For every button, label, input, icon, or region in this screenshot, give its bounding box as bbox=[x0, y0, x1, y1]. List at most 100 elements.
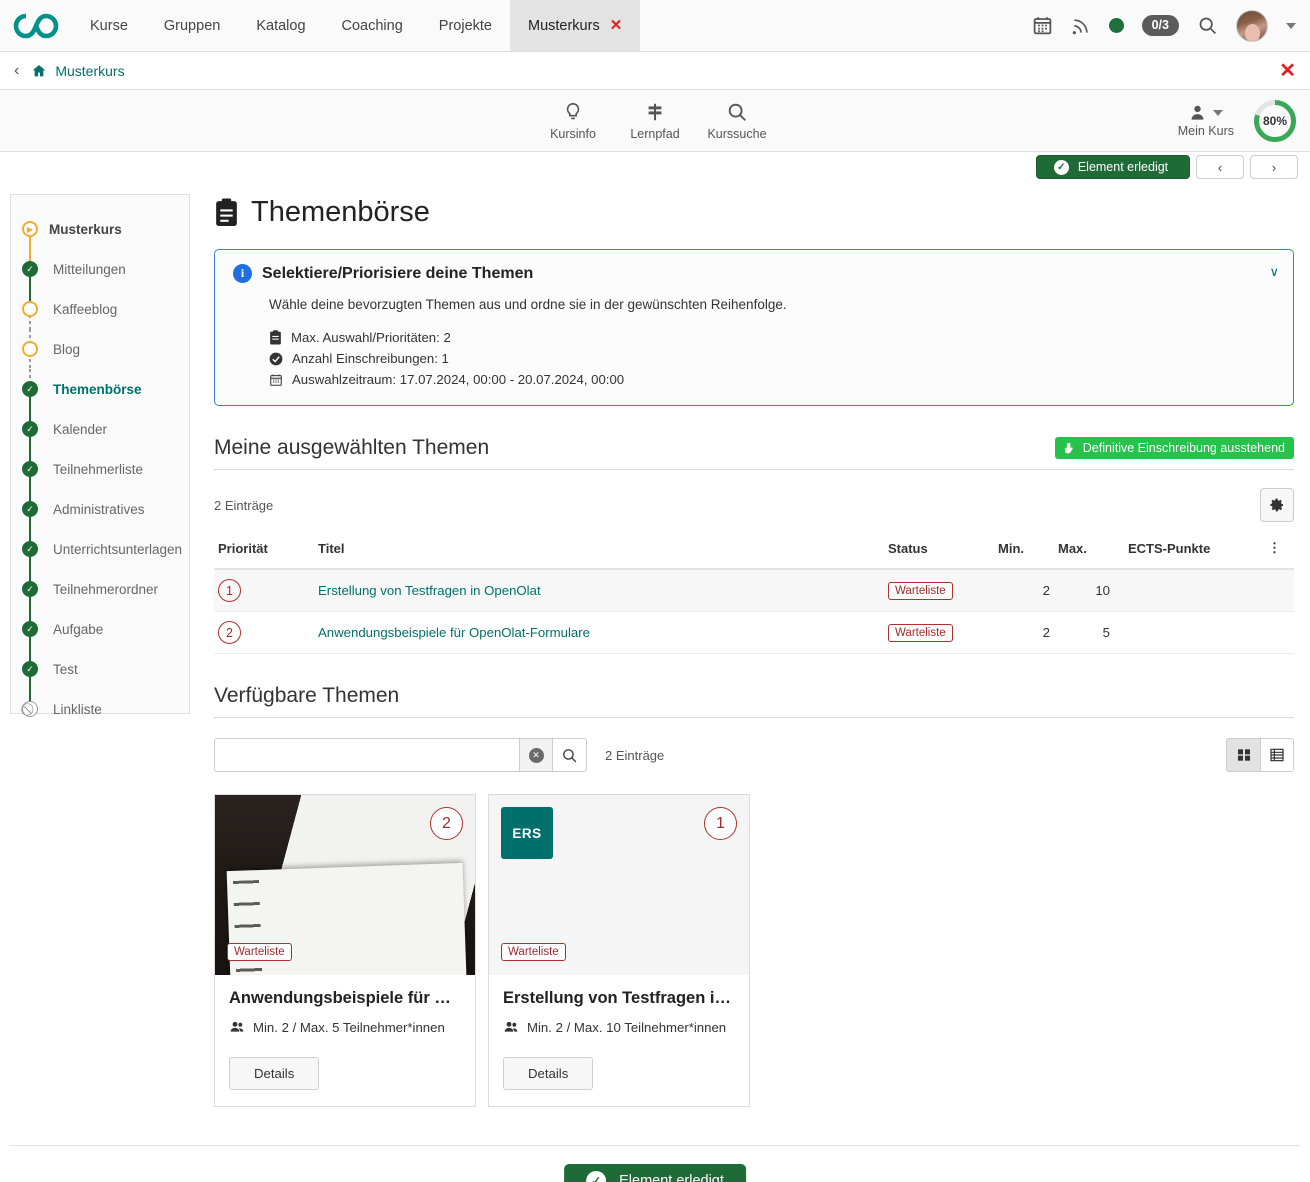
sidebar-item-test[interactable]: ✓ Test bbox=[11, 649, 189, 689]
topic-card[interactable]: ERS 1 Warteliste Erstellung von Testfrag… bbox=[488, 794, 750, 1107]
mark-done-button[interactable]: ✓ Element erledigt bbox=[564, 1164, 746, 1182]
selected-topics-table: Priorität Titel Status Min. Max. ECTS-Pu… bbox=[214, 534, 1294, 654]
details-button[interactable]: Details bbox=[229, 1057, 319, 1090]
col-titel[interactable]: Titel bbox=[314, 534, 884, 569]
breadcrumb-home[interactable]: Musterkurs bbox=[31, 63, 124, 79]
table-row[interactable]: 1 Erstellung von Testfragen in OpenOlat … bbox=[214, 569, 1294, 612]
cell-row-menu bbox=[1264, 612, 1294, 654]
info-icon: i bbox=[233, 264, 252, 283]
sidebar-item-unterrichtsunterlagen[interactable]: ✓ Unterrichtsunterlagen bbox=[11, 529, 189, 569]
card-meta-text: Min. 2 / Max. 5 Teilnehmer*innen bbox=[253, 1020, 445, 1035]
collapse-infobox-chevron-down-icon[interactable]: ∨ bbox=[1269, 264, 1279, 280]
avatar[interactable] bbox=[1236, 10, 1268, 42]
search-input[interactable] bbox=[214, 738, 519, 772]
nav-item-kurse[interactable]: Kurse bbox=[72, 0, 146, 51]
rss-icon[interactable] bbox=[1071, 16, 1091, 36]
course-progress-ring: 80% bbox=[1252, 98, 1298, 144]
chevron-down-icon[interactable] bbox=[1286, 23, 1296, 29]
openolat-logo[interactable] bbox=[0, 0, 72, 51]
my-course-menu[interactable]: Mein Kurs bbox=[1178, 103, 1234, 138]
table-row[interactable]: 2 Anwendungsbeispiele für OpenOlat-Formu… bbox=[214, 612, 1294, 654]
done-node-icon: ✓ bbox=[22, 621, 38, 637]
users-icon bbox=[229, 1019, 245, 1035]
sidebar-item-teilnehmerliste[interactable]: ✓ Teilnehmerliste bbox=[11, 449, 189, 489]
table-toolbar: 2 Einträge bbox=[214, 488, 1294, 522]
cell-status: Warteliste bbox=[884, 569, 994, 612]
topic-link[interactable]: Erstellung von Testfragen in OpenOlat bbox=[318, 583, 541, 598]
node-marker: ✓ bbox=[19, 581, 41, 597]
available-search-row: ✕ 2 Einträge bbox=[214, 738, 1294, 772]
prev-element-button-top[interactable]: ‹ bbox=[1196, 155, 1244, 179]
cell-row-menu bbox=[1264, 569, 1294, 612]
breadcrumb-back-icon[interactable]: ‹ bbox=[14, 63, 19, 79]
topic-link[interactable]: Anwendungsbeispiele für OpenOlat-Formula… bbox=[318, 625, 590, 640]
sidebar-item-label: Kaffeeblog bbox=[53, 302, 117, 317]
list-view-button[interactable] bbox=[1260, 738, 1294, 772]
sidebar-item-aufgabe[interactable]: ✓ Aufgabe bbox=[11, 609, 189, 649]
nav-label: Katalog bbox=[256, 18, 305, 34]
sidebar-item-musterkurs[interactable]: ▶ Musterkurs bbox=[11, 209, 189, 249]
table-settings-button[interactable] bbox=[1260, 488, 1294, 522]
page-title: Themenbörse bbox=[214, 196, 1294, 229]
cell-ects bbox=[1114, 569, 1264, 612]
col-prioritaet[interactable]: Priorität bbox=[214, 534, 314, 569]
sidebar-item-linkliste[interactable]: ⃠ Linkliste bbox=[11, 689, 189, 729]
search-group: ✕ bbox=[214, 738, 587, 772]
nav-item-katalog[interactable]: Katalog bbox=[238, 0, 323, 51]
grid-view-button[interactable] bbox=[1226, 738, 1260, 772]
start-node-icon: ▶ bbox=[22, 221, 38, 237]
col-status[interactable]: Status bbox=[884, 534, 994, 569]
nav-tab-musterkurs[interactable]: Musterkurs ✕ bbox=[510, 0, 640, 51]
nav-item-projekte[interactable]: Projekte bbox=[421, 0, 510, 51]
sidebar-item-mitteilungen[interactable]: ✓ Mitteilungen bbox=[11, 249, 189, 289]
clear-search-button[interactable]: ✕ bbox=[519, 738, 553, 772]
check-circle-icon: ✓ bbox=[1054, 160, 1069, 175]
col-ects[interactable]: ECTS-Punkte bbox=[1114, 534, 1264, 569]
search-icon[interactable] bbox=[1197, 15, 1218, 36]
nav-item-gruppen[interactable]: Gruppen bbox=[146, 0, 238, 51]
fact-text: Max. Auswahl/Prioritäten: 2 bbox=[291, 330, 451, 345]
tool-kursinfo[interactable]: Kursinfo bbox=[532, 101, 614, 141]
topic-card[interactable]: 2 Warteliste Anwendungsbeispiele für O… … bbox=[214, 794, 476, 1107]
priority-badge: 2 bbox=[218, 621, 241, 644]
nav-label: Coaching bbox=[342, 18, 403, 34]
col-max[interactable]: Max. bbox=[1054, 534, 1114, 569]
sidebar-item-administratives[interactable]: ✓ Administratives bbox=[11, 489, 189, 529]
tool-kurssuche[interactable]: Kurssuche bbox=[696, 101, 778, 141]
node-marker: ✓ bbox=[19, 501, 41, 517]
search-submit-button[interactable] bbox=[553, 738, 587, 772]
col-min[interactable]: Min. bbox=[994, 534, 1054, 569]
details-button[interactable]: Details bbox=[503, 1057, 593, 1090]
my-course-label: Mein Kurs bbox=[1178, 124, 1234, 138]
cell-prioritaet: 1 bbox=[214, 569, 314, 612]
notification-count-badge[interactable]: 0/3 bbox=[1142, 15, 1179, 36]
available-topic-cards: 2 Warteliste Anwendungsbeispiele für O… … bbox=[214, 794, 1294, 1107]
node-marker: ✓ bbox=[19, 621, 41, 637]
my-course-icon-row bbox=[1188, 103, 1223, 122]
check-circle-icon bbox=[269, 352, 283, 366]
sidebar-item-teilnehmerordner[interactable]: ✓ Teilnehmerordner bbox=[11, 569, 189, 609]
user-icon bbox=[1188, 103, 1207, 122]
table-row-menu-icon[interactable]: ⋮ bbox=[1264, 534, 1294, 569]
card-meta-text: Min. 2 / Max. 10 Teilnehmer*innen bbox=[527, 1020, 726, 1035]
info-callout-title-text: Selektiere/Priorisiere deine Themen bbox=[262, 265, 533, 283]
card-body: Anwendungsbeispiele für O… Min. 2 / Max.… bbox=[215, 975, 475, 1106]
nav-item-coaching[interactable]: Coaching bbox=[324, 0, 421, 51]
page-title-text: Themenbörse bbox=[251, 196, 430, 229]
sidebar-item-blog[interactable]: Blog bbox=[11, 329, 189, 369]
blocked-node-icon: ⃠ bbox=[22, 701, 38, 717]
close-tab-icon[interactable]: ✕ bbox=[610, 18, 623, 33]
calendar-icon[interactable] bbox=[1032, 15, 1053, 36]
mark-done-button-top[interactable]: ✓ Element erledigt bbox=[1036, 155, 1190, 179]
next-element-button-top[interactable]: › bbox=[1250, 155, 1298, 179]
fact-anzahl-einschreibungen: Anzahl Einschreibungen: 1 bbox=[269, 351, 1275, 366]
close-course-icon[interactable]: ✕ bbox=[1279, 61, 1296, 81]
node-marker: ✓ bbox=[19, 461, 41, 477]
nav-label: Projekte bbox=[439, 18, 492, 34]
status-dot-icon[interactable] bbox=[1109, 18, 1124, 33]
sidebar-item-themenboerse[interactable]: ✓ Themenbörse bbox=[11, 369, 189, 409]
tool-lernpfad[interactable]: Lernpfad bbox=[614, 101, 696, 141]
chevron-down-icon[interactable] bbox=[1213, 110, 1223, 116]
sidebar-item-kaffeeblog[interactable]: Kaffeeblog bbox=[11, 289, 189, 329]
sidebar-item-kalender[interactable]: ✓ Kalender bbox=[11, 409, 189, 449]
